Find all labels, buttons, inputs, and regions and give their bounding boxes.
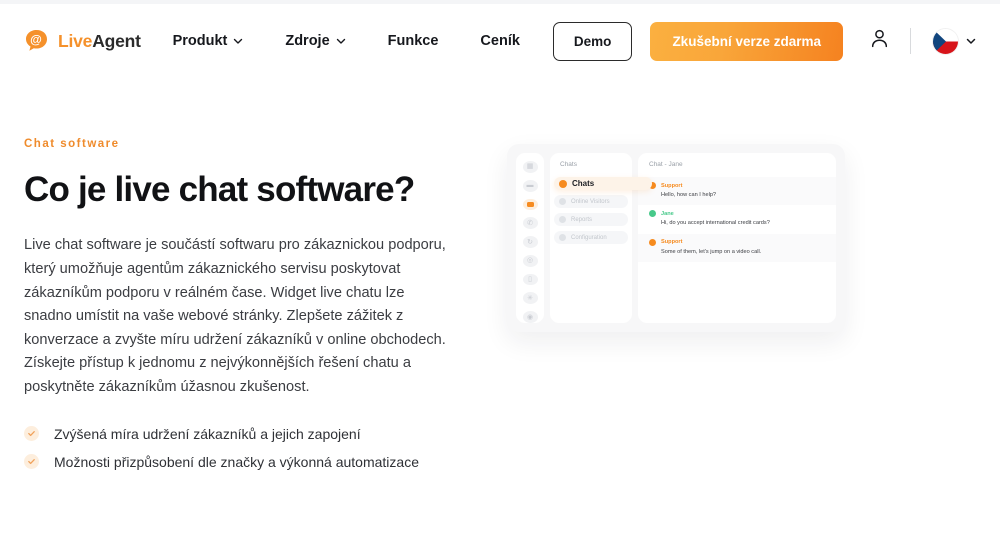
chat-author: Support [661,239,683,246]
mockup-icon-rail: ▦ ▬ ✆ ↻ ◎ ▯ ✳ ◉ [516,153,544,324]
mockup-menu-label: Reports [571,216,593,223]
chevron-down-icon [336,36,346,46]
nav-label-funkce: Funkce [387,33,439,49]
chat-app-mockup: ▦ ▬ ✆ ↻ ◎ ▯ ✳ ◉ Chats Chats Online Visit… [507,144,845,332]
gear-icon: ◉ [522,311,538,324]
nav-item-cenik[interactable]: Ceník [459,33,541,49]
trash-icon: ▯ [522,273,538,286]
free-trial-button[interactable]: Zkušební verze zdarma [650,21,843,61]
chat-message-header: Support [649,182,825,189]
svg-text:@: @ [30,33,42,47]
status-dot-icon [559,234,566,241]
logo-text-agent: Agent [92,30,141,51]
check-icon [24,454,39,470]
list-item: Možnosti přizpůsobení dle značky a výkon… [24,454,469,470]
nav-item-funkce[interactable]: Funkce [367,33,460,49]
avatar [649,238,656,246]
chat-author: Support [661,182,683,189]
chat-message-text: Hello, how can I help? [661,192,717,198]
avatar [649,210,656,218]
mockup-menu-item-reports[interactable]: Reports [554,213,628,226]
page-title: Co je live chat software? [24,170,415,209]
status-dot-icon [559,179,567,188]
header-divider [910,28,911,54]
list-item-label: Možnosti přizpůsobení dle značky a výkon… [54,453,419,470]
status-dot-icon [559,198,566,205]
logo-text-live: Live [58,30,93,51]
demo-button[interactable]: Demo [552,21,633,61]
logo[interactable]: @ LiveAgent [24,28,141,54]
chat-message: Support Some of them, let's jump on a vi… [638,233,836,262]
mockup-menu-panel: Chats Chats Online Visitors Reports Conf… [550,153,652,323]
status-dot-icon [559,216,566,223]
chevron-down-icon [966,36,976,46]
chat-author: Jane [661,210,674,217]
feature-list: Zvýšená míra udržení zákazníků a jejich … [24,426,469,470]
nav-item-zdroje[interactable]: Zdroje [264,33,366,49]
user-icon[interactable] [871,29,888,53]
at-speech-bubble-icon: @ [24,28,50,54]
chat-message: Jane Hi, do you accept international cre… [638,205,836,233]
mockup-panel-title: Chats [560,161,577,168]
hero-section: Chat software Co je live chat software? … [0,78,1000,482]
list-item-label: Zvýšená míra udržení zákazníků a jejich … [54,425,361,442]
chat-message-header: Jane [649,210,825,218]
chat-message-header: Support [649,238,825,246]
site-header: @ LiveAgent Produkt Zdroje Funkce Ceník … [0,4,1000,78]
mockup-chat-title: Chat - Jane [649,161,683,168]
eyebrow-label: Chat software [24,138,120,150]
nav-label-zdroje: Zdroje [285,33,330,49]
language-selector[interactable] [933,28,976,54]
mockup-menu-label: Online Visitors [571,198,610,205]
czech-flag-icon [933,28,958,54]
mockup-menu-label: Configuration [571,234,607,241]
chat-icon-glyph [526,201,534,207]
check-icon [24,426,39,442]
logo-text: LiveAgent [58,31,141,52]
chat-message-text: Hi, do you accept international credit c… [661,220,770,227]
phone-icon: ✆ [522,217,538,230]
mockup-menu-label: Chats [572,179,595,188]
mockup-menu-item-chats[interactable]: Chats [554,177,652,190]
mockup-chat-panel: Chat - Jane Support Hello, how can I hel… [638,153,836,323]
refresh-icon: ↻ [522,236,538,248]
hero-text-column: Chat software Co je live chat software? … [24,138,469,482]
dashboard-icon: ▦ [522,161,538,173]
hero-paragraph: Live chat software je součástí softwaru … [24,237,446,396]
mockup-menu-item-online-visitors[interactable]: Online Visitors [554,195,628,208]
chevron-down-icon [233,36,243,46]
inbox-icon: ▬ [522,179,538,192]
list-item: Zvýšená míra udržení zákazníků a jejich … [24,426,469,442]
globe-icon: ◎ [522,254,538,267]
settings-icon: ✳ [522,292,538,305]
chat-message-text: Some of them, let's jump on a video call… [661,248,762,255]
nav-label-produkt: Produkt [172,33,228,49]
chat-message: Support Hello, how can I help? [638,177,836,206]
mockup-menu-item-configuration[interactable]: Configuration [554,231,628,244]
chat-icon [522,198,538,211]
main-navigation: Produkt Zdroje Funkce Ceník Demo Zkušebn… [152,21,1000,61]
nav-label-cenik: Ceník [480,33,520,49]
nav-item-produkt[interactable]: Produkt [152,33,265,49]
hero-illustration-column: ▦ ▬ ✆ ↻ ◎ ▯ ✳ ◉ Chats Chats Online Visit… [507,138,845,482]
